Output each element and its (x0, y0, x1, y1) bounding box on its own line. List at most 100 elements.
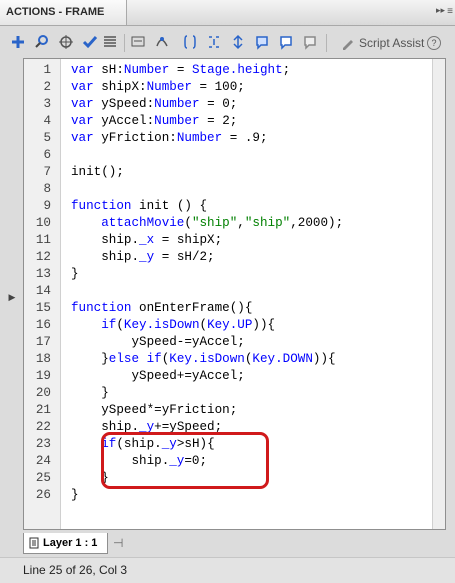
code-text: if(Key.isDown(Key.UP)){ (101, 318, 276, 332)
line-number: 18 (35, 352, 51, 366)
line-number: 17 (35, 335, 51, 349)
line-number: 15 (35, 301, 51, 315)
line-number: 13 (35, 267, 51, 281)
apply-block-comment-icon[interactable] (252, 32, 272, 52)
actions-toolbar: Script Assist ? (8, 30, 455, 58)
find-icon[interactable] (32, 32, 52, 52)
panel-title-tab[interactable]: ACTIONS - FRAME (0, 0, 127, 25)
code-text: ySpeed-=yAccel; (71, 335, 245, 349)
code-text: }else if(Key.isDown(Key.DOWN)){ (71, 352, 336, 366)
help-icon[interactable]: ? (427, 36, 441, 50)
code-line[interactable]: 14 (24, 283, 434, 300)
code-line[interactable]: 12 ship._y = sH/2; (24, 249, 434, 266)
code-text: function init () { (71, 199, 208, 213)
code-line[interactable]: 9 function init () { (24, 198, 434, 215)
code-line[interactable]: 8 (24, 181, 434, 198)
code-line[interactable]: 17 ySpeed-=yAccel; (24, 334, 434, 351)
panel-resize-handle[interactable]: ▶ (8, 283, 16, 311)
code-line[interactable]: 6 (24, 147, 434, 164)
line-number: 24 (35, 454, 51, 468)
line-number: 10 (35, 216, 51, 230)
code-text: var yAccel:Number = 2; (71, 114, 238, 128)
line-number: 5 (43, 131, 51, 145)
insert-target-path-icon[interactable] (56, 32, 76, 52)
line-number: 19 (35, 369, 51, 383)
status-bar: Line 25 of 26, Col 3 (0, 557, 455, 583)
code-line[interactable]: 15 function onEnterFrame(){ (24, 300, 434, 317)
code-line[interactable]: 4 var yAccel:Number = 2; (24, 113, 434, 130)
code-line[interactable]: 2 var shipX:Number = 100; (24, 79, 434, 96)
code-text: ship._x = shipX; (71, 233, 223, 247)
line-number: 23 (35, 437, 51, 451)
line-number: 14 (35, 284, 51, 298)
script-assist-label: Script Assist (359, 36, 425, 50)
code-text: } (71, 386, 109, 400)
panel-menu-icon[interactable]: ≡ (447, 6, 453, 17)
remove-comment-icon[interactable] (300, 32, 320, 52)
line-number: 9 (43, 199, 51, 213)
add-new-item-icon[interactable] (8, 32, 28, 52)
line-number: 4 (43, 114, 51, 128)
code-line[interactable]: 19 ySpeed+=yAccel; (24, 368, 434, 385)
code-line[interactable]: 21 ySpeed*=yFriction; (24, 402, 434, 419)
line-number: 6 (43, 148, 51, 162)
layer-tab-label: Layer 1 : 1 (43, 537, 98, 549)
collapse-arrows-icon[interactable]: ▸▸ (436, 5, 445, 16)
layer-tab[interactable]: Layer 1 : 1 (23, 533, 108, 554)
panel-header: ACTIONS - FRAME ▸▸ ≡ (0, 0, 455, 26)
code-line[interactable]: 18 }else if(Key.isDown(Key.DOWN)){ (24, 351, 434, 368)
line-number: 26 (35, 488, 51, 502)
code-line[interactable]: 10 attachMovie("ship","ship",2000); (24, 215, 434, 232)
code-text: } (71, 488, 79, 502)
script-assist-button[interactable]: Script Assist (341, 34, 424, 52)
code-text: function onEnterFrame(){ (71, 301, 253, 315)
check-syntax-icon[interactable] (80, 32, 100, 52)
apply-line-comment-icon[interactable] (276, 32, 296, 52)
line-number: 20 (35, 386, 51, 400)
code-text: var shipX:Number = 100; (71, 80, 245, 94)
code-line[interactable]: 1 var sH:Number = Stage.height; (24, 62, 434, 79)
code-line[interactable]: 16 if(Key.isDown(Key.UP)){ (24, 317, 434, 334)
vertical-scrollbar[interactable] (432, 59, 445, 529)
code-line[interactable]: 20 } (24, 385, 434, 402)
script-assist-icon (343, 40, 353, 50)
expand-all-icon[interactable] (228, 32, 248, 52)
script-editor[interactable]: 1 var sH:Number = Stage.height; 2 var shipX… (23, 58, 446, 530)
line-number: 21 (35, 403, 51, 417)
toolbar-separator (124, 34, 125, 52)
code-text: attachMovie("ship","ship",2000); (101, 216, 344, 230)
line-number: 7 (43, 165, 51, 179)
code-text: init(); (71, 165, 124, 179)
line-number: 11 (35, 233, 51, 247)
collapse-selection-icon[interactable] (204, 32, 224, 52)
code-text: } (71, 267, 79, 281)
line-number: 2 (43, 80, 51, 94)
line-number: 1 (43, 63, 51, 77)
code-text: ySpeed*=yFriction; (71, 403, 238, 417)
collapse-between-braces-icon[interactable] (180, 32, 200, 52)
code-line[interactable]: 13} (24, 266, 434, 283)
auto-format-icon[interactable] (100, 32, 120, 52)
code-line[interactable]: 26} (24, 487, 434, 504)
code-text: ship._y = sH/2; (71, 250, 215, 264)
toolbar-separator (326, 34, 327, 52)
script-tab-bar: Layer 1 : 1 ⊣ (23, 533, 446, 557)
code-text: var sH:Number = Stage.height; (71, 63, 291, 77)
line-number: 25 (35, 471, 51, 485)
line-number: 22 (35, 420, 51, 434)
layer-icon (29, 537, 39, 549)
show-code-hint-icon[interactable] (128, 32, 148, 52)
code-text: var yFriction:Number = .9; (71, 131, 268, 145)
debug-options-icon[interactable] (152, 32, 172, 52)
line-number: 12 (35, 250, 51, 264)
code-line[interactable]: 11 ship._x = shipX; (24, 232, 434, 249)
pin-script-icon[interactable]: ⊣ (113, 536, 123, 550)
line-number: 3 (43, 97, 51, 111)
highlight-annotation (101, 432, 269, 489)
line-number: 16 (35, 318, 51, 332)
code-line[interactable]: 3 var ySpeed:Number = 0; (24, 96, 434, 113)
code-text: ySpeed+=yAccel; (71, 369, 245, 383)
line-number: 8 (43, 182, 51, 196)
code-line[interactable]: 5 var yFriction:Number = .9; (24, 130, 434, 147)
code-line[interactable]: 7 init(); (24, 164, 434, 181)
